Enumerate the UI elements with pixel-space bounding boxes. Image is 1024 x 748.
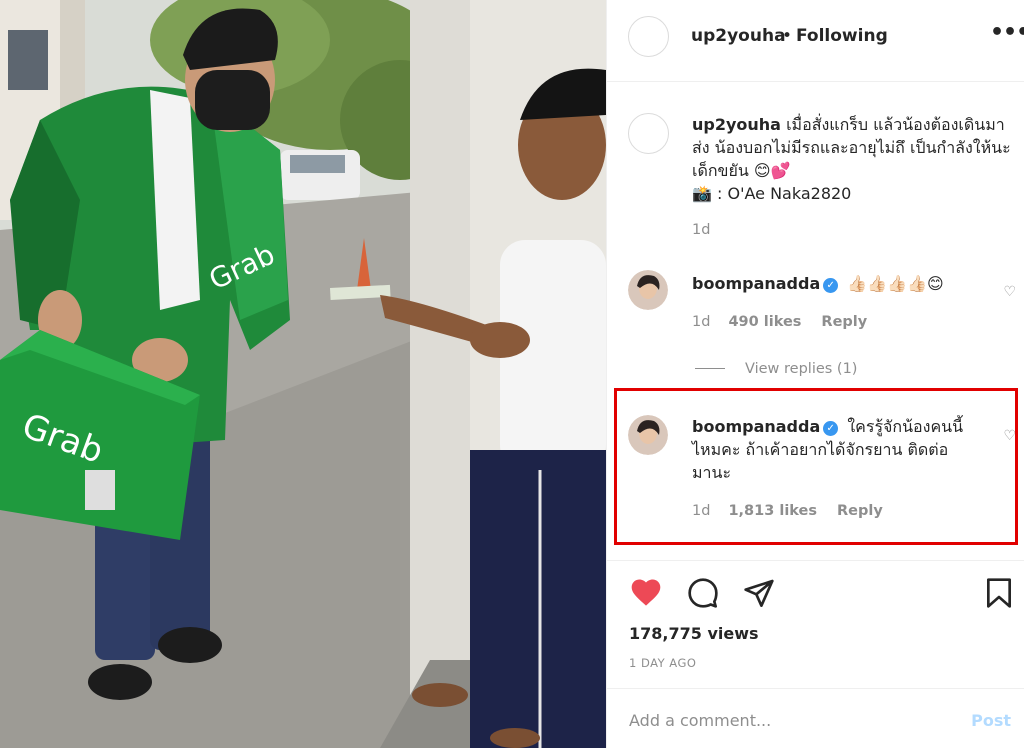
following-button[interactable]: Following xyxy=(796,26,888,46)
save-bookmark-icon[interactable] xyxy=(985,577,1013,613)
caption-avatar[interactable] xyxy=(628,113,669,154)
post-caption: up2youha เมื่อสั่งแกร็บ แล้วน้องต้องเดิน… xyxy=(692,113,1017,205)
views-count[interactable]: 178,775 views xyxy=(629,624,759,643)
share-send-icon[interactable] xyxy=(743,577,775,613)
verified-badge-icon: ✓ xyxy=(823,278,839,293)
comment-1-likes[interactable]: 490 likes xyxy=(728,314,801,330)
comment-1-reply-button[interactable]: Reply xyxy=(821,314,867,330)
posted-time[interactable]: 1 DAY AGO xyxy=(629,656,696,670)
post-media[interactable]: Grab Grab xyxy=(0,0,606,748)
camera-icon: 📸 xyxy=(692,184,712,203)
view-replies-button[interactable]: View replies (1) xyxy=(695,361,857,377)
highlight-annotation-box xyxy=(614,388,1018,545)
action-bar xyxy=(607,560,1024,630)
comment-1: boompanadda ✓ 👍🏻👍🏻👍🏻👍🏻😊 xyxy=(692,272,992,295)
like-comment-1-icon[interactable]: ♡ xyxy=(1003,284,1016,300)
add-comment-input[interactable]: Add a comment... xyxy=(629,711,771,730)
author-username[interactable]: up2youha xyxy=(691,26,786,46)
caption-time[interactable]: 1d xyxy=(692,222,710,238)
view-replies-label: View replies (1) xyxy=(745,361,858,377)
add-comment-bar: Add a comment... Post xyxy=(607,688,1024,748)
replies-line xyxy=(695,368,725,369)
comment-1-time[interactable]: 1d xyxy=(692,314,710,330)
post-photo: Grab Grab xyxy=(0,0,606,748)
post-side-panel: up2youha • Following ••• up2youha เมื่อส… xyxy=(606,0,1024,748)
comment-1-username[interactable]: boompanadda xyxy=(692,274,820,293)
post-comment-button[interactable]: Post xyxy=(971,711,1011,730)
comment-1-text: 👍🏻👍🏻👍🏻👍🏻😊 xyxy=(847,274,944,293)
post-header: up2youha • Following ••• xyxy=(607,0,1024,82)
caption-credit: : O'Ae Naka2820 xyxy=(717,184,852,203)
comment-avatar[interactable] xyxy=(628,270,668,310)
header-separator: • xyxy=(782,26,793,46)
caption-username[interactable]: up2youha xyxy=(692,115,781,134)
like-heart-icon[interactable] xyxy=(629,577,663,611)
more-options-icon[interactable]: ••• xyxy=(990,20,1024,45)
comment-1-meta: 1d 490 likes Reply xyxy=(692,314,867,330)
author-avatar[interactable] xyxy=(628,16,669,57)
comment-bubble-icon[interactable] xyxy=(687,577,719,613)
